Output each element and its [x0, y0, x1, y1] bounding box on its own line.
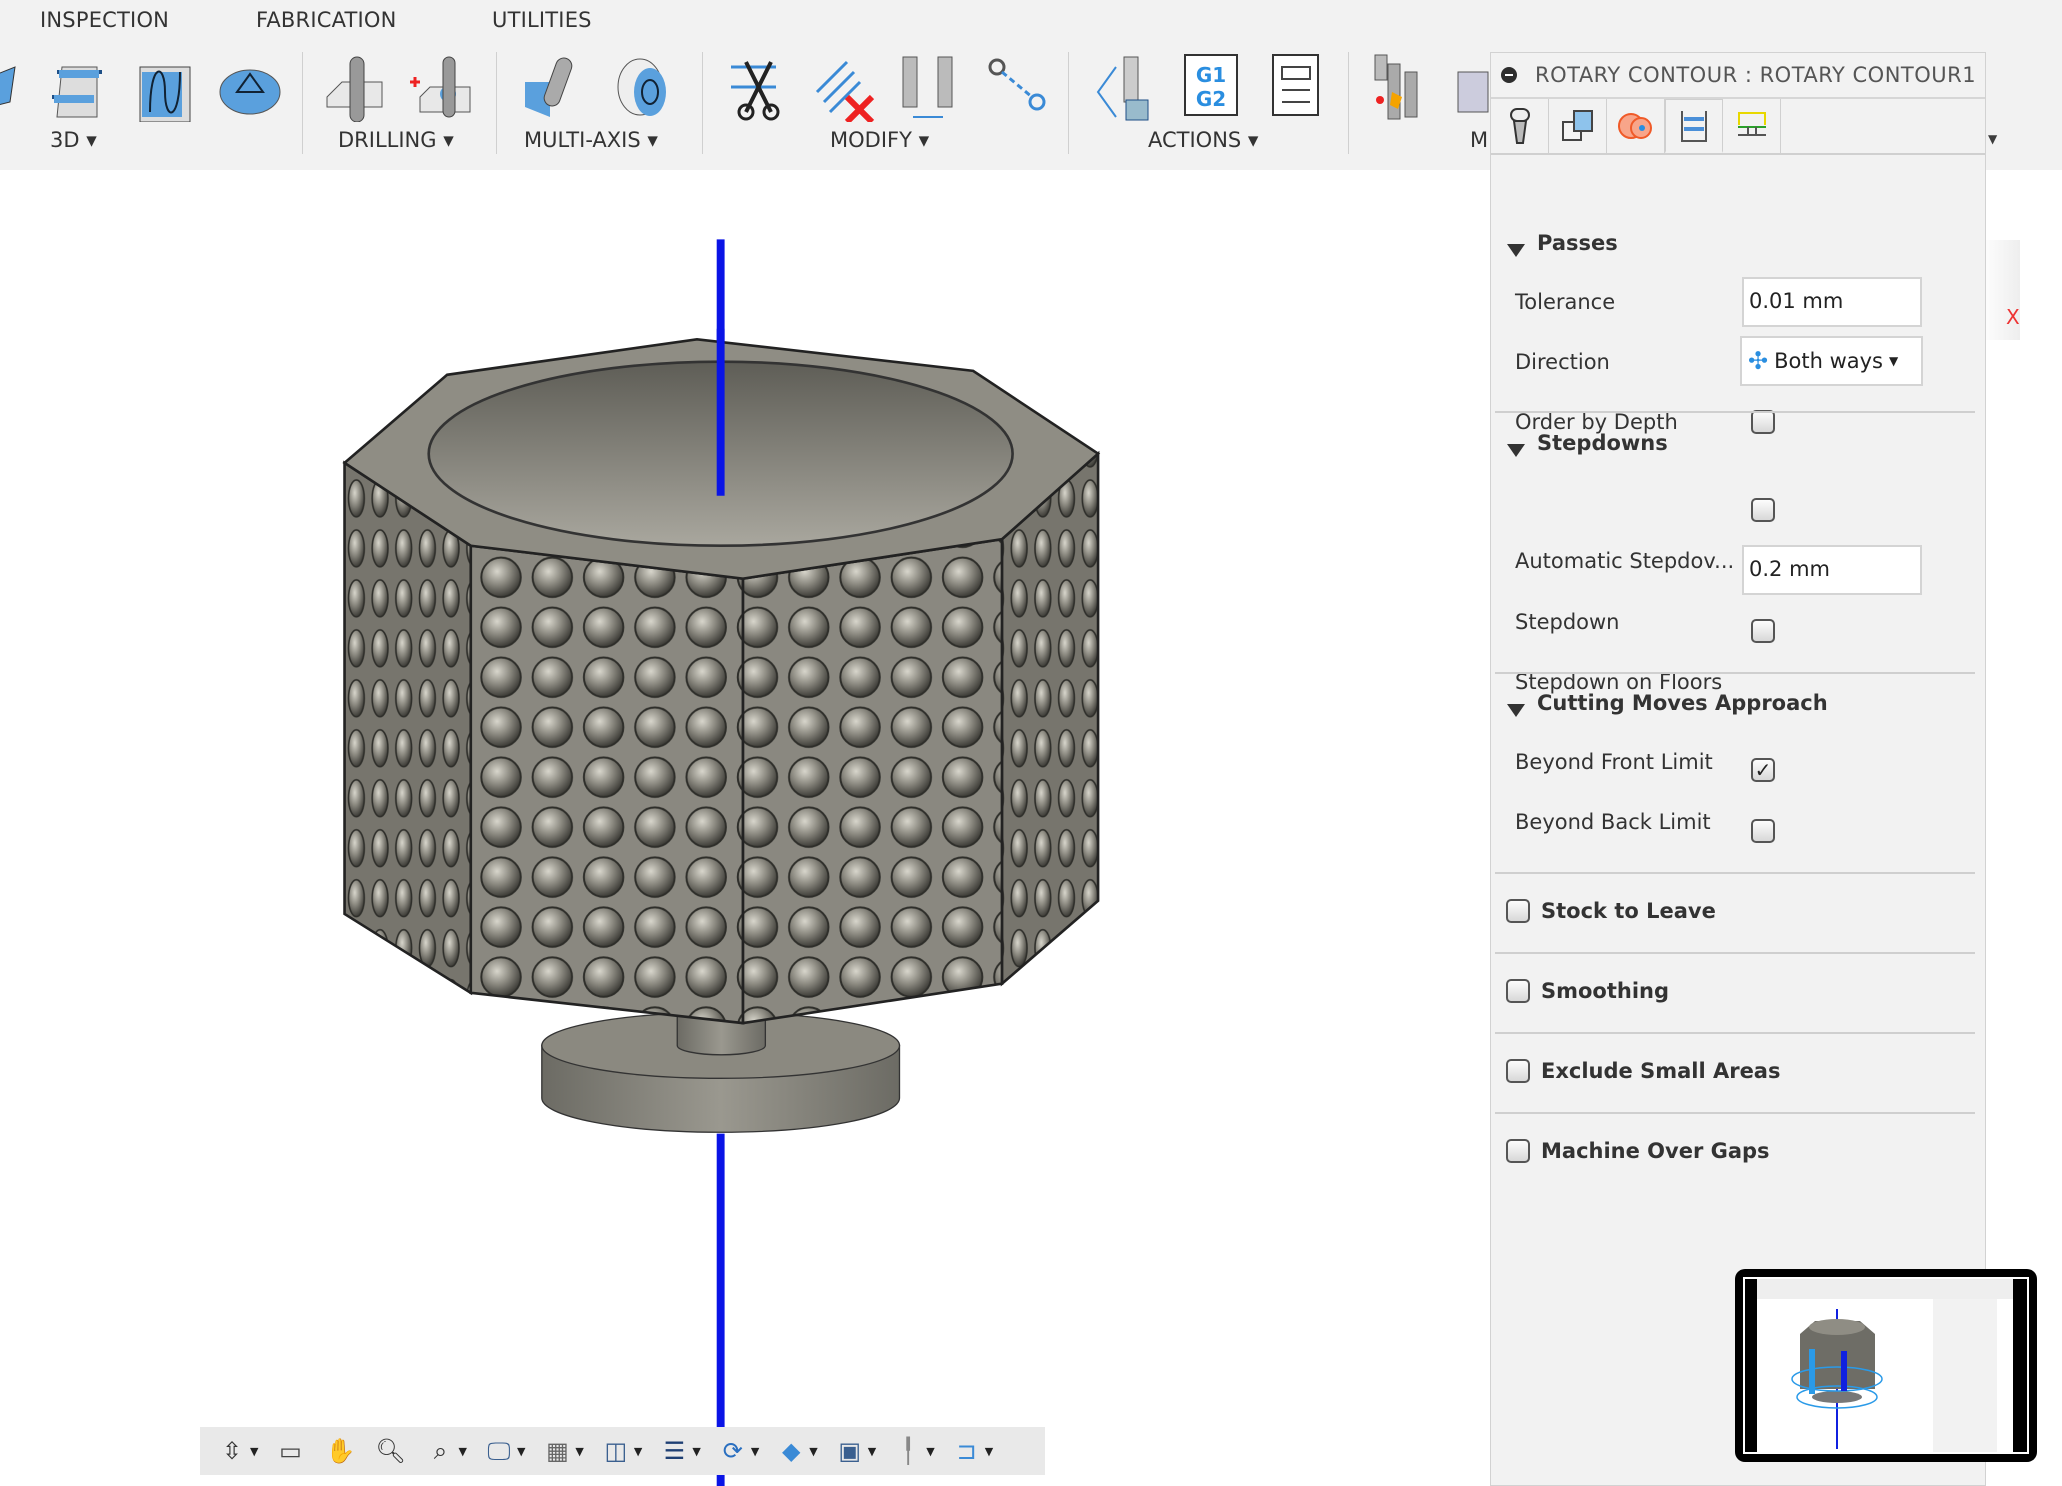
automatic-stepdown-label: Automatic Stepdov... — [1515, 549, 1735, 573]
zoom-icon[interactable]: 🔍︎ — [368, 1431, 412, 1471]
stock-to-leave-checkbox[interactable] — [1506, 899, 1530, 923]
beyond-front-limit-checkbox[interactable]: ✓ — [1751, 758, 1775, 782]
section-stock-to-leave[interactable]: Stock to Leave — [1541, 899, 2037, 923]
beyond-back-limit-checkbox[interactable] — [1751, 819, 1775, 843]
geometry-icon — [1561, 110, 1593, 141]
direction-value: Both ways — [1774, 349, 1883, 373]
tool-icon — [1509, 108, 1530, 144]
rotate-icon[interactable]: ⟳ — [711, 1431, 755, 1471]
part-base — [541, 1011, 901, 1133]
dialog-header: ROTARY CONTOUR : ROTARY CONTOUR1 — [1491, 53, 1985, 99]
tab-tool[interactable] — [1491, 99, 1549, 153]
machine-icon[interactable]: ▣ — [828, 1431, 872, 1471]
stepdown-on-floors-checkbox[interactable] — [1751, 619, 1775, 643]
dialog-tabs — [1491, 99, 1985, 155]
chevron-down-icon: ▼ — [1889, 354, 1899, 368]
linking-icon — [1737, 112, 1766, 136]
exclude-small-areas-checkbox[interactable] — [1506, 1059, 1530, 1083]
section-passes[interactable]: Passes — [1537, 231, 2033, 255]
approach-expand-icon[interactable] — [1507, 704, 1525, 717]
section-stepdowns[interactable]: Stepdowns — [1537, 431, 2033, 455]
passes-expand-icon[interactable] — [1507, 244, 1525, 257]
divider — [1495, 411, 1975, 413]
stepdown-label: Stepdown — [1515, 610, 1620, 634]
beyond-front-limit-label: Beyond Front Limit — [1515, 750, 1713, 774]
machine-over-gaps-checkbox[interactable] — [1506, 1139, 1530, 1163]
tab-geometry[interactable] — [1549, 99, 1607, 153]
tolerance-input[interactable]: 0.01 mm — [1742, 277, 1922, 327]
divider — [1495, 672, 1975, 674]
orbit-icon[interactable]: ⇳ — [210, 1431, 254, 1471]
section-cutting-moves-approach[interactable]: Cutting Moves Approach — [1537, 691, 2033, 715]
tab-passes[interactable] — [1665, 99, 1723, 153]
navigation-toolbar: ⇳ ▼ ▭ ✋ 🔍︎ ⌕ ▼ 🖵 ▼ ▦ ▼ ◫ ▼ ☰ ▼ ⟳ ▼ ◆ ▼ ▣ ▼ ╿ ▼ ⊐ ▼ — [200, 1427, 1045, 1475]
section-analysis-icon[interactable]: ☰ — [652, 1431, 696, 1471]
stepdowns-expand-icon[interactable] — [1507, 444, 1525, 457]
collapse-icon[interactable] — [1501, 67, 1517, 83]
screen-recording-thumbnail[interactable] — [1735, 1269, 2037, 1462]
beyond-back-limit-label: Beyond Back Limit — [1515, 810, 1711, 834]
section-smoothing[interactable]: Smoothing — [1541, 979, 2037, 1003]
heights-icon — [1617, 113, 1652, 139]
dialog-title: ROTARY CONTOUR : ROTARY CONTOUR1 — [1535, 63, 1977, 87]
tab-linking[interactable] — [1723, 99, 1781, 153]
tab-heights[interactable] — [1607, 99, 1665, 153]
section-machine-over-gaps[interactable]: Machine Over Gaps — [1541, 1139, 2037, 1163]
divider — [1495, 1032, 1975, 1034]
divider — [1495, 952, 1975, 954]
grid-icon[interactable]: ▦ — [535, 1431, 579, 1471]
pan-hand-icon[interactable]: ✋ — [318, 1431, 362, 1471]
divider — [1495, 872, 1975, 874]
passes-icon — [1681, 110, 1707, 142]
look-at-icon[interactable]: ▭ — [268, 1431, 312, 1471]
tool-display-icon[interactable]: ╿ — [886, 1431, 930, 1471]
viewports-icon[interactable]: ◫ — [594, 1431, 638, 1471]
stock-icon[interactable]: ◆ — [769, 1431, 813, 1471]
divider — [1495, 1112, 1975, 1114]
direction-dropdown[interactable]: ✣ Both ways ▼ — [1740, 336, 1923, 386]
both-ways-icon: ✣ — [1748, 347, 1769, 375]
viewcube-x-label: X — [2006, 305, 2020, 329]
tolerance-label: Tolerance — [1515, 290, 1616, 314]
section-exclude-small-areas[interactable]: Exclude Small Areas — [1541, 1059, 2037, 1083]
direction-label: Direction — [1515, 350, 1610, 374]
smoothing-checkbox[interactable] — [1506, 979, 1530, 1003]
toolpath-display-icon[interactable]: ⊐ — [945, 1431, 989, 1471]
zoom-window-icon[interactable]: ⌕ — [418, 1431, 462, 1471]
thumbnail-preview — [1745, 1279, 2027, 1452]
viewcube[interactable]: X — [1980, 240, 2020, 340]
stepdown-input[interactable]: 0.2 mm — [1742, 545, 1922, 595]
automatic-stepdown-checkbox[interactable] — [1751, 498, 1775, 522]
display-settings-icon[interactable]: 🖵 — [477, 1431, 521, 1471]
